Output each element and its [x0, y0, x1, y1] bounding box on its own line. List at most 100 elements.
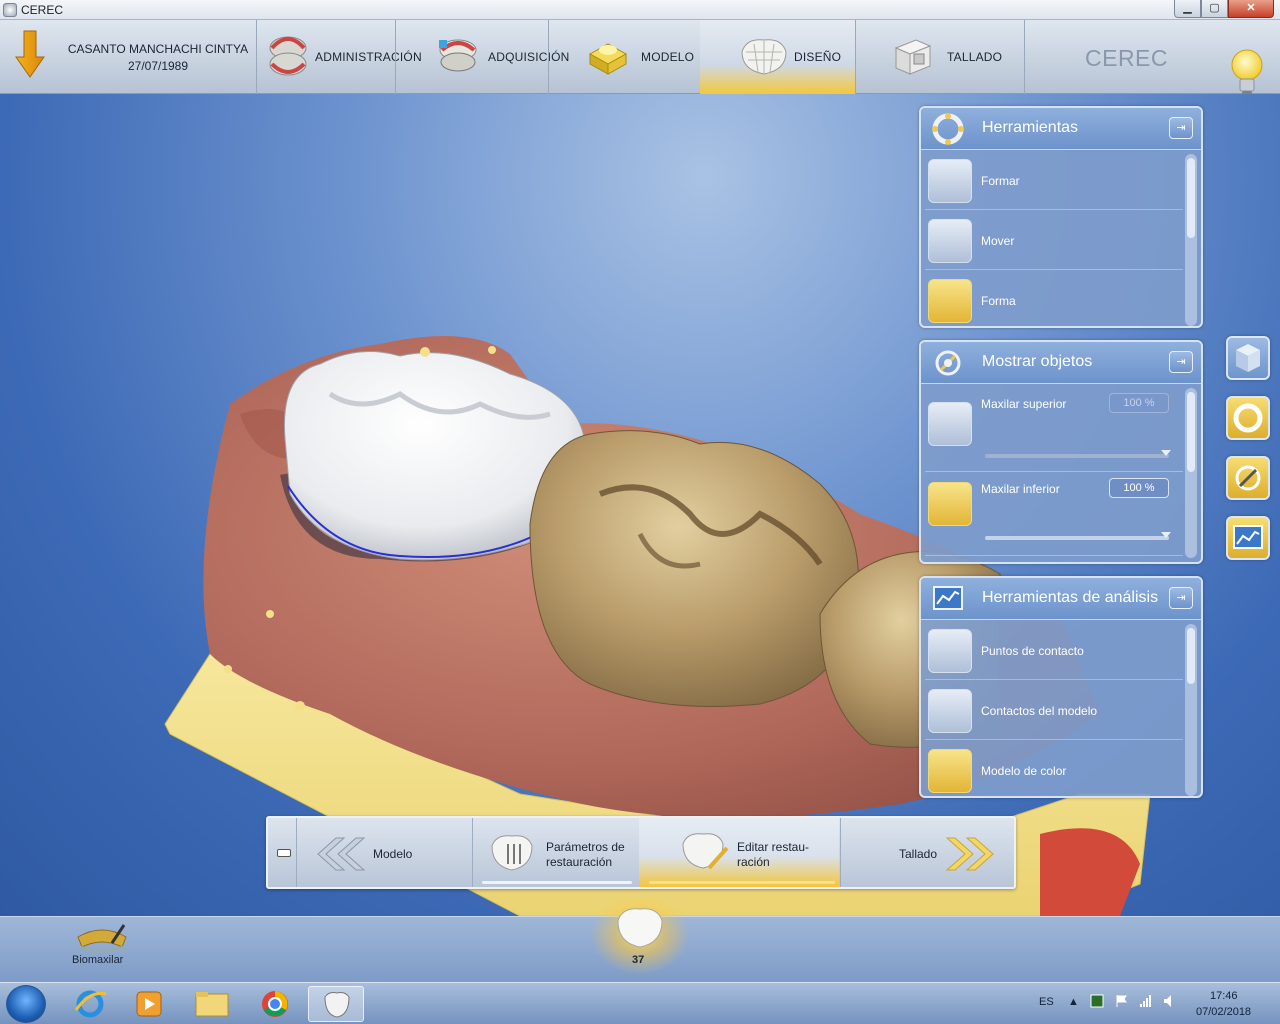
- 3d-viewport[interactable]: Herramientas ⇥ Formar Mover Forma Mostra…: [0, 94, 1280, 916]
- scrollbar-thumb[interactable]: [1187, 392, 1195, 472]
- model-block-icon: [588, 43, 628, 75]
- language-indicator[interactable]: ES: [1039, 996, 1054, 1008]
- double-chevron-right-icon: [945, 837, 994, 871]
- file-explorer-button[interactable]: [184, 986, 240, 1022]
- scrollbar-thumb[interactable]: [1187, 158, 1195, 238]
- crown-mesh-icon: [741, 39, 787, 75]
- tool-forma[interactable]: Forma: [925, 272, 1183, 326]
- opacity-field[interactable]: 100 %: [1109, 393, 1169, 413]
- workflow-label: Editar restau- ración: [737, 840, 810, 869]
- patient-arrow-icon[interactable]: [14, 29, 46, 79]
- close-button[interactable]: ✕: [1228, 0, 1274, 18]
- tools-panel: Herramientas ⇥ Formar Mover Forma: [919, 106, 1203, 328]
- clock-date[interactable]: 07/02/2018: [1196, 1006, 1251, 1018]
- signal-strength-icon[interactable]: [1139, 994, 1153, 1008]
- network-device-icon[interactable]: [1090, 994, 1104, 1008]
- workflow-parametros[interactable]: Parámetros de restauración: [474, 818, 639, 887]
- workflow-label: Modelo: [373, 847, 413, 861]
- cerec-taskbar-button[interactable]: [308, 986, 364, 1022]
- form-tool-icon: [928, 279, 972, 323]
- show-hidden-icons-button[interactable]: ▲: [1068, 996, 1079, 1008]
- object-label: Maxilar superior: [981, 397, 1067, 411]
- slider-handle[interactable]: [1161, 532, 1171, 538]
- slider-handle[interactable]: [1161, 450, 1171, 456]
- object-label: Maxilar inferior: [981, 482, 1060, 496]
- double-chevron-left-icon: [317, 837, 366, 871]
- workflow-toggle-button[interactable]: [271, 818, 297, 887]
- tools-panel-title: Herramientas: [982, 119, 1079, 136]
- nav-separator: [548, 20, 549, 94]
- action-center-flag-icon[interactable]: [1114, 994, 1128, 1008]
- restoration-bar: Biomaxilar 37: [0, 895, 1280, 982]
- pin-panel-button[interactable]: ⇥: [1169, 351, 1193, 373]
- objects-toggle-button[interactable]: [1226, 456, 1270, 500]
- internet-explorer-button[interactable]: [62, 986, 118, 1022]
- phase-label: TALLADO: [947, 50, 1003, 64]
- phase-label: ADMINISTRACIÓN: [315, 50, 422, 64]
- chrome-button[interactable]: [247, 986, 303, 1022]
- nav-separator: [256, 20, 257, 94]
- phase-navigation-bar: CASANTO MANCHACHI CINTYA 27/07/1989 ADMI…: [0, 20, 1280, 96]
- phase-diseno[interactable]: DISEÑO: [700, 20, 855, 94]
- workflow-next-tallado[interactable]: Tallado: [840, 818, 1014, 887]
- analysis-label: Modelo de color: [981, 764, 1067, 778]
- minimize-button[interactable]: ▁: [1174, 0, 1201, 18]
- opacity-slider[interactable]: [985, 454, 1169, 458]
- tooth-crown-icon[interactable]: [614, 903, 666, 953]
- tools-panel-header: Herramientas ⇥: [921, 108, 1201, 150]
- maximize-button[interactable]: ▢: [1201, 0, 1228, 18]
- shape-tool-icon: [928, 159, 972, 203]
- tools-ring-icon: [932, 113, 964, 145]
- objects-scrollbar[interactable]: [1185, 388, 1197, 558]
- lightbulb-icon[interactable]: [1230, 48, 1264, 100]
- step-progress-line: [649, 881, 835, 884]
- start-button[interactable]: [6, 985, 46, 1023]
- window-title: CEREC: [21, 3, 64, 17]
- upper-jaw-icon: [928, 402, 972, 446]
- clock-time[interactable]: 17:46: [1210, 990, 1238, 1002]
- tool-mover[interactable]: Mover: [925, 212, 1183, 270]
- media-player-button[interactable]: [121, 986, 177, 1022]
- phase-label: MODELO: [641, 50, 695, 64]
- tools-scrollbar[interactable]: [1185, 154, 1197, 326]
- analysis-puntos-contacto[interactable]: Puntos de contacto: [925, 622, 1183, 680]
- phase-adquisicion[interactable]: ADQUISICIÓN: [428, 20, 569, 94]
- workflow-back-modelo[interactable]: Modelo: [298, 818, 473, 887]
- phase-tallado[interactable]: TALLADO: [882, 20, 1022, 94]
- view-cube-button[interactable]: [1226, 336, 1270, 380]
- opacity-field[interactable]: 100 %: [1109, 478, 1169, 498]
- opacity-slider[interactable]: [985, 536, 1169, 540]
- media-player-icon: [136, 991, 162, 1017]
- windows-taskbar: ES ▲ 17:46 07/02/2018: [0, 982, 1280, 1024]
- objects-panel: Mostrar objetos ⇥ Maxilar superior 100 %…: [919, 340, 1203, 564]
- tool-formar[interactable]: Formar: [925, 152, 1183, 210]
- biomaxilar-icon[interactable]: [72, 921, 132, 957]
- analysis-panel-header: Herramientas de análisis ⇥: [921, 578, 1201, 620]
- analysis-contactos-modelo[interactable]: Contactos del modelo: [925, 682, 1183, 740]
- analysis-toggle-button[interactable]: [1226, 516, 1270, 560]
- analysis-scrollbar[interactable]: [1185, 624, 1197, 796]
- workflow-step-bar: Modelo Parámetros de restauración Editar…: [266, 816, 1016, 889]
- pin-panel-button[interactable]: ⇥: [1169, 117, 1193, 139]
- object-maxilar-superior[interactable]: Maxilar superior 100 %: [925, 388, 1183, 472]
- volume-icon[interactable]: [1163, 994, 1177, 1008]
- object-maxilar-inferior[interactable]: Maxilar inferior 100 %: [925, 472, 1183, 556]
- analysis-label: Contactos del modelo: [981, 704, 1098, 718]
- cerec-logo: CEREC: [1085, 45, 1169, 71]
- analysis-label: Puntos de contacto: [981, 644, 1084, 658]
- phase-modelo[interactable]: MODELO: [578, 20, 703, 94]
- scrollbar-thumb[interactable]: [1187, 628, 1195, 684]
- analysis-modelo-color[interactable]: Modelo de color: [925, 742, 1183, 796]
- nav-separator: [395, 20, 396, 94]
- workflow-editar-restauracion[interactable]: Editar restau- ración: [639, 818, 839, 887]
- tools-toggle-button[interactable]: [1226, 396, 1270, 440]
- objects-visibility-icon: [1235, 465, 1261, 491]
- pin-panel-button[interactable]: ⇥: [1169, 587, 1193, 609]
- phase-label: DISEÑO: [794, 50, 842, 64]
- analysis-panel-title: Herramientas de análisis: [982, 589, 1159, 606]
- scan-arch-icon: [439, 39, 477, 72]
- patient-name: CASANTO MANCHACHI CINTYA: [67, 42, 249, 56]
- biomaxilar-label: Biomaxilar: [72, 954, 124, 966]
- phase-administracion[interactable]: ADMINISTRACIÓN: [258, 20, 422, 94]
- cerec-app-icon: [3, 3, 17, 17]
